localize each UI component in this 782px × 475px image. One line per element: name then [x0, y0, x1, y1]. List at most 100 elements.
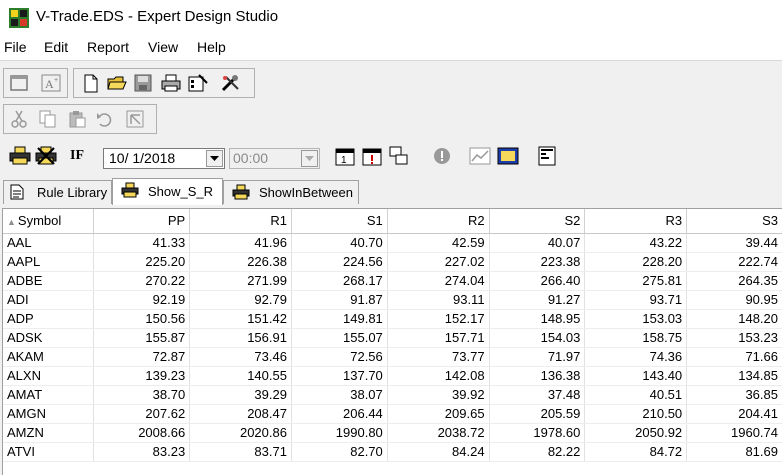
value-cell: 157.71 [387, 328, 490, 348]
table-row[interactable]: ADSK 155.87 156.91 155.07 157.71 154.03 158.75… [3, 328, 782, 348]
view-button[interactable] [497, 145, 519, 167]
windows-button[interactable] [388, 145, 410, 167]
menu-edit[interactable]: Edit [44, 39, 68, 55]
value-cell: 151.42 [189, 309, 292, 329]
table-row[interactable]: ATVI 83.23 83.71 82.70 84.24 82.22 84.72 81.69 [3, 442, 782, 462]
cut-button[interactable] [8, 108, 30, 130]
symbol-cell: AAPL [3, 252, 95, 272]
select-button[interactable] [124, 108, 146, 130]
value-cell: 210.50 [584, 404, 688, 424]
table-row[interactable]: AKAM 72.87 73.46 72.56 73.77 71.97 74.36 71.66 [3, 347, 782, 367]
symbol-cell: AAL [3, 233, 95, 253]
menu-report[interactable]: Report [87, 39, 129, 55]
value-cell: 270.22 [93, 271, 191, 291]
value-cell: 40.07 [489, 233, 586, 253]
if-button[interactable]: IF [66, 145, 88, 167]
scissors-icon [11, 110, 27, 128]
date-value: 10/ 1/2018 [109, 150, 176, 166]
column-header-r1[interactable]: R1 [189, 209, 292, 234]
new-button[interactable] [80, 72, 102, 94]
column-header-pp[interactable]: PP [93, 209, 191, 234]
column-header-s3[interactable]: S3 [686, 209, 782, 234]
printer-icon [232, 184, 250, 200]
value-cell: 152.17 [387, 309, 490, 329]
date-dropdown-button[interactable] [206, 150, 223, 167]
table-row[interactable]: ADP 150.56 151.42 149.81 152.17 148.95 153.03 1… [3, 309, 782, 329]
value-cell: 1960.74 [686, 423, 782, 443]
table-row[interactable]: AAPL 225.20 226.38 224.56 227.02 223.38 228.20… [3, 252, 782, 272]
tab-rule-library[interactable]: Rule Library [3, 180, 112, 204]
paste-button[interactable] [66, 108, 88, 130]
column-header-r3[interactable]: R3 [584, 209, 688, 234]
stop-rule-button[interactable] [35, 145, 57, 167]
table-row[interactable]: ADI 92.19 92.79 91.87 93.11 91.27 93.71 90.95 [3, 290, 782, 310]
symbol-cell: ATVI [3, 442, 95, 462]
frame-button[interactable] [8, 72, 30, 94]
tools-icon [221, 75, 239, 92]
value-cell: 37.48 [489, 385, 586, 405]
save-button[interactable] [132, 72, 154, 94]
value-cell: 91.27 [489, 290, 586, 310]
layout-button[interactable] [536, 145, 558, 167]
tab-label: ShowInBetween [259, 185, 353, 200]
time-value: 00:00 [233, 150, 269, 166]
info-button[interactable] [431, 145, 453, 167]
properties-button[interactable] [187, 72, 209, 94]
calendar-alert-icon [362, 148, 382, 166]
symbol-cell: ADP [3, 309, 95, 329]
value-cell: 41.33 [93, 233, 191, 253]
menu-file[interactable]: File [4, 39, 27, 55]
menu-view[interactable]: View [148, 39, 178, 55]
table-body: AAL 41.33 41.96 40.70 42.59 40.07 43.22 39.44 AA… [3, 233, 782, 462]
results-grid[interactable]: ▲ Symbol PP R1 S1 R2 S2 R3 S3 AAL 41.33 41.… [2, 208, 782, 475]
value-cell: 38.70 [93, 385, 191, 405]
column-header-s1[interactable]: S1 [291, 209, 388, 234]
toolbar-group-edit [3, 104, 157, 134]
tab-label: Rule Library [37, 185, 108, 200]
column-header-s2[interactable]: S2 [489, 209, 586, 234]
value-cell: 225.20 [93, 252, 191, 272]
table-row[interactable]: AMZN 2008.66 2020.86 1990.80 2038.72 1978.60 2… [3, 423, 782, 443]
tab-show-in-between[interactable]: ShowInBetween [223, 180, 359, 204]
value-cell: 91.87 [291, 290, 388, 310]
value-cell: 209.65 [387, 404, 490, 424]
table-row[interactable]: AMAT 38.70 39.29 38.07 39.92 37.48 40.51 36.85 [3, 385, 782, 405]
text-style-icon: A + [41, 74, 61, 92]
undo-icon [97, 113, 112, 127]
value-cell: 83.23 [93, 442, 191, 462]
title-bar: V-Trade.EDS - Expert Design Studio [0, 0, 782, 36]
value-cell: 158.75 [584, 328, 688, 348]
open-button[interactable] [106, 72, 128, 94]
time-dropdown-button[interactable] [301, 150, 318, 167]
column-header-r2[interactable]: R2 [387, 209, 490, 234]
chart-button[interactable] [469, 145, 491, 167]
value-cell: 73.46 [189, 347, 292, 367]
symbol-cell: AMGN [3, 404, 95, 424]
run-rule-button[interactable] [9, 145, 31, 167]
date-picker[interactable]: 10/ 1/2018 [103, 148, 225, 169]
value-cell: 264.35 [686, 271, 782, 291]
value-cell: 1990.80 [291, 423, 388, 443]
table-row[interactable]: AMGN 207.62 208.47 206.44 209.65 205.59 210.50… [3, 404, 782, 424]
table-row[interactable]: AAL 41.33 41.96 40.70 42.59 40.07 43.22 39.44 [3, 233, 782, 253]
column-header-symbol[interactable]: ▲ Symbol [3, 209, 95, 234]
menu-help[interactable]: Help [197, 39, 226, 55]
svg-text:A: A [45, 77, 54, 91]
time-picker[interactable]: 00:00 [229, 148, 320, 169]
value-cell: 71.97 [489, 347, 586, 367]
text-style-button[interactable]: A + [40, 72, 62, 94]
copy-button[interactable] [37, 108, 59, 130]
value-cell: 2038.72 [387, 423, 490, 443]
value-cell: 84.24 [387, 442, 490, 462]
tab-show-s-r[interactable]: Show_S_R [112, 178, 223, 205]
print-button[interactable] [160, 72, 182, 94]
undo-button[interactable] [94, 108, 116, 130]
alert-calendar-button[interactable] [361, 145, 383, 167]
value-cell: 224.56 [291, 252, 388, 272]
tools-button[interactable] [220, 72, 242, 94]
calendar-button[interactable]: 1 [334, 145, 356, 167]
table-row[interactable]: ADBE 270.22 271.99 268.17 274.04 266.40 275.81… [3, 271, 782, 291]
value-cell: 39.29 [189, 385, 292, 405]
header-row: ▲ Symbol PP R1 S1 R2 S2 R3 S3 [3, 209, 782, 234]
table-row[interactable]: ALXN 139.23 140.55 137.70 142.08 136.38 143.40… [3, 366, 782, 386]
